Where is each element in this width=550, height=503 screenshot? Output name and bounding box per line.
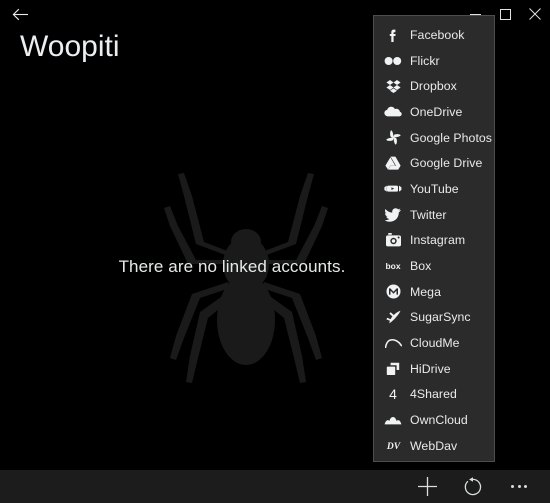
menu-item-label: YouTube — [410, 181, 459, 196]
close-button[interactable] — [520, 0, 550, 28]
refresh-icon — [463, 476, 483, 497]
back-arrow-icon — [12, 8, 29, 21]
menu-item-twitter[interactable]: Twitter — [374, 202, 494, 228]
menu-item-label: Box — [410, 259, 432, 274]
menu-item-box[interactable]: box Box — [374, 253, 494, 279]
menu-item-label: SugarSync — [410, 310, 471, 325]
menu-item-label: Mega — [410, 284, 441, 299]
menu-item-google-photos[interactable]: Google Photos — [374, 125, 494, 151]
close-icon — [529, 8, 541, 20]
menu-item-dropbox[interactable]: Dropbox — [374, 73, 494, 99]
facebook-icon — [383, 26, 403, 44]
menu-item-sugarsync[interactable]: SugarSync — [374, 305, 494, 331]
menu-item-label: Twitter — [410, 207, 447, 222]
menu-item-label: 4Shared — [410, 387, 457, 402]
svg-text:box: box — [385, 261, 400, 271]
menu-item-label: Flickr — [410, 53, 440, 68]
more-button[interactable] — [496, 470, 542, 503]
flickr-icon — [383, 52, 403, 70]
add-account-button[interactable] — [404, 470, 450, 503]
menu-item-label: Google Drive — [410, 156, 483, 171]
menu-item-mega[interactable]: Mega — [374, 279, 494, 305]
spider-icon — [148, 160, 344, 400]
dropbox-icon — [383, 77, 403, 95]
svg-text:DV: DV — [385, 442, 400, 451]
menu-item-flickr[interactable]: Flickr — [374, 48, 494, 74]
menu-item-label: Instagram — [410, 233, 466, 248]
fourshared-icon: 4 — [383, 385, 403, 403]
back-button[interactable] — [0, 0, 40, 28]
menu-item-label: OwnCloud — [410, 413, 468, 428]
menu-item-owncloud[interactable]: OwnCloud — [374, 407, 494, 433]
menu-item-label: Facebook — [410, 27, 465, 42]
cloudme-icon — [383, 334, 403, 352]
app-window: Woopiti There are no linked accounts. Fa… — [0, 0, 550, 503]
menu-item-label: Google Photos — [410, 130, 493, 145]
owncloud-icon — [383, 411, 403, 429]
webdav-icon: DV — [383, 437, 403, 455]
menu-item-label: CloudMe — [410, 336, 460, 351]
menu-item-4shared[interactable]: 4 4Shared — [374, 382, 494, 408]
menu-item-facebook[interactable]: Facebook — [374, 22, 494, 48]
box-icon: box — [383, 257, 403, 275]
plus-icon — [417, 476, 438, 497]
sugarsync-icon — [383, 308, 403, 326]
mega-icon — [383, 283, 403, 301]
hidrive-icon — [383, 360, 403, 378]
menu-item-onedrive[interactable]: OneDrive — [374, 99, 494, 125]
onedrive-icon — [383, 103, 403, 121]
bottom-app-bar — [0, 470, 550, 503]
google-drive-icon — [383, 154, 403, 172]
ellipsis-icon — [511, 485, 527, 488]
instagram-icon — [383, 231, 403, 249]
menu-item-youtube[interactable]: YouTube — [374, 176, 494, 202]
menu-item-webdav[interactable]: DV WebDav — [374, 433, 494, 459]
svg-text:4: 4 — [389, 387, 397, 401]
refresh-button[interactable] — [450, 470, 496, 503]
menu-item-label: OneDrive — [410, 104, 463, 119]
twitter-icon — [383, 206, 403, 224]
google-photos-icon — [383, 129, 403, 147]
menu-item-label: HiDrive — [410, 361, 451, 376]
menu-item-cloudme[interactable]: CloudMe — [374, 330, 494, 356]
menu-item-google-drive[interactable]: Google Drive — [374, 150, 494, 176]
youtube-icon — [383, 180, 403, 198]
maximize-icon — [499, 8, 511, 20]
menu-item-label: WebDav — [410, 438, 458, 453]
account-provider-menu[interactable]: Facebook Flickr Dropbox OneDrive Google … — [373, 15, 495, 462]
menu-item-label: Dropbox — [410, 79, 457, 94]
menu-item-instagram[interactable]: Instagram — [374, 228, 494, 254]
menu-item-hidrive[interactable]: HiDrive — [374, 356, 494, 382]
